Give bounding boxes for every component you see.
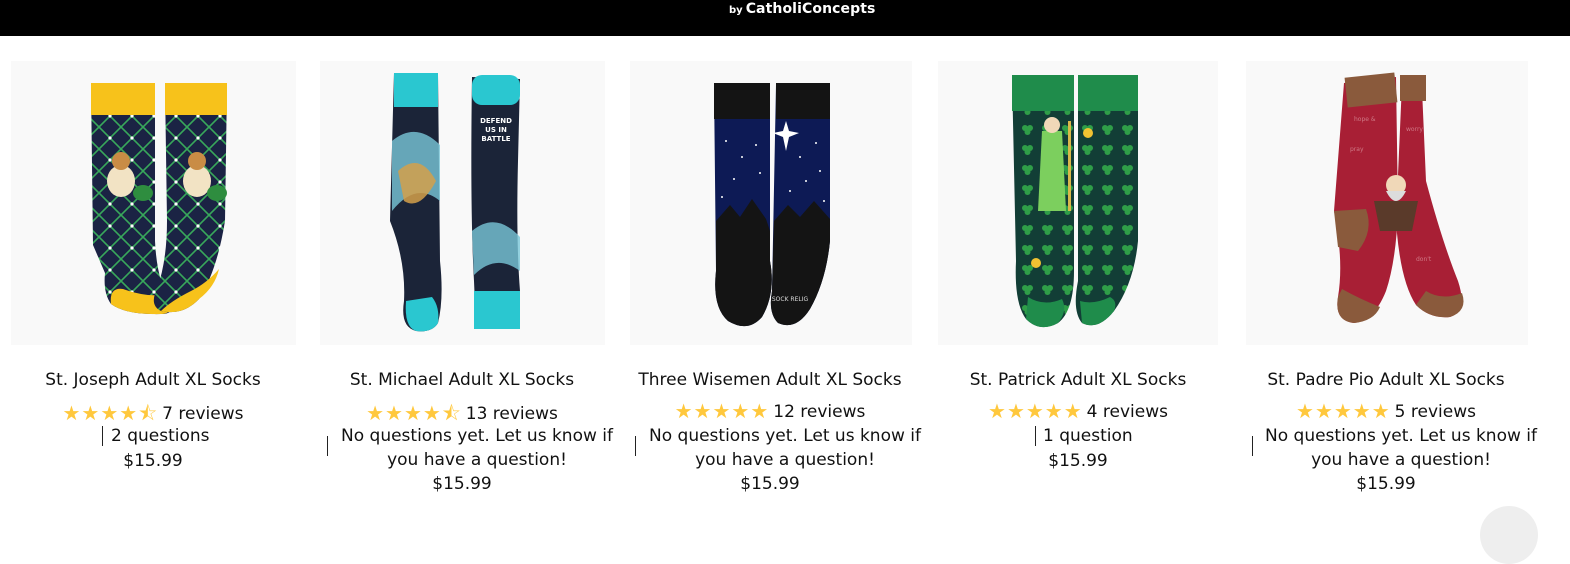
- rating-stars-icon: ★★★★★: [988, 399, 1083, 423]
- product-price: $15.99: [1048, 451, 1108, 471]
- reviews-count[interactable]: 12 reviews: [773, 402, 865, 422]
- questions-divider: [1252, 436, 1253, 456]
- product-title[interactable]: St. Patrick Adult XL Socks: [928, 370, 1228, 390]
- rating-stars-icon: ★★★★⯪: [366, 401, 462, 425]
- questions-message[interactable]: No questions yet. Let us know if you hav…: [646, 424, 924, 472]
- product-price: $15.99: [1356, 474, 1416, 494]
- reviews-count[interactable]: 5 reviews: [1395, 402, 1476, 422]
- svg-text:pray: pray: [1350, 146, 1364, 153]
- questions-divider: [1035, 426, 1036, 446]
- product-image[interactable]: DEFEND US IN BATTLE: [320, 61, 605, 345]
- rating-row[interactable]: ★★★★★ 5 reviews: [1236, 399, 1536, 423]
- product-title[interactable]: Three Wisemen Adult XL Socks: [620, 370, 920, 390]
- reviews-count[interactable]: 7 reviews: [162, 404, 243, 424]
- floating-scroll-button[interactable]: [1480, 506, 1538, 564]
- questions-count[interactable]: 1 question: [1043, 424, 1133, 448]
- rating-row[interactable]: ★★★★★ 12 reviews: [620, 399, 920, 423]
- rating-stars-icon: ★★★★⯪: [62, 401, 159, 425]
- svg-text:SOCK RELIG: SOCK RELIG: [772, 296, 809, 303]
- product-price: $15.99: [123, 451, 183, 471]
- st-michael-socks-image: DEFEND US IN BATTLE: [390, 73, 520, 332]
- questions-divider: [635, 436, 636, 456]
- questions-divider: [102, 426, 103, 446]
- questions-divider: [327, 436, 328, 456]
- rating-stars-icon: ★★★★★: [1296, 399, 1391, 423]
- brand-prefix: by: [729, 5, 743, 16]
- product-title[interactable]: St. Padre Pio Adult XL Socks: [1236, 370, 1536, 390]
- st-patrick-socks-image: [1012, 75, 1138, 328]
- svg-text:don't: don't: [1416, 256, 1432, 263]
- svg-text:worry: worry: [1406, 126, 1423, 133]
- product-title[interactable]: St. Michael Adult XL Socks: [312, 370, 612, 390]
- product-price: $15.99: [740, 474, 800, 494]
- reviews-count[interactable]: 4 reviews: [1087, 402, 1168, 422]
- product-image[interactable]: hope & pray worry don't: [1246, 61, 1528, 345]
- three-wisemen-socks-image: SOCK RELIG: [714, 83, 830, 327]
- st-joseph-socks-image: [91, 83, 227, 315]
- questions-message[interactable]: No questions yet. Let us know if you hav…: [338, 424, 616, 472]
- top-bar: by CatholiConcepts: [0, 0, 1570, 36]
- brand-name: CatholiConcepts: [745, 1, 876, 17]
- questions-message[interactable]: No questions yet. Let us know if you hav…: [1262, 424, 1540, 472]
- brand-logo[interactable]: by CatholiConcepts: [729, 0, 876, 17]
- product-price: $15.99: [432, 474, 492, 494]
- rating-row[interactable]: ★★★★★ 4 reviews: [928, 399, 1228, 423]
- product-image[interactable]: SOCK RELIG: [630, 61, 912, 345]
- questions-count[interactable]: 2 questions: [111, 424, 210, 448]
- product-title[interactable]: St. Joseph Adult XL Socks: [3, 370, 303, 390]
- product-image[interactable]: [11, 61, 296, 345]
- st-padre-pio-socks-image: hope & pray worry don't: [1334, 72, 1464, 323]
- svg-text:hope &: hope &: [1354, 116, 1376, 123]
- reviews-count[interactable]: 13 reviews: [466, 404, 558, 424]
- product-image[interactable]: [938, 61, 1218, 345]
- rating-stars-icon: ★★★★★: [674, 399, 770, 423]
